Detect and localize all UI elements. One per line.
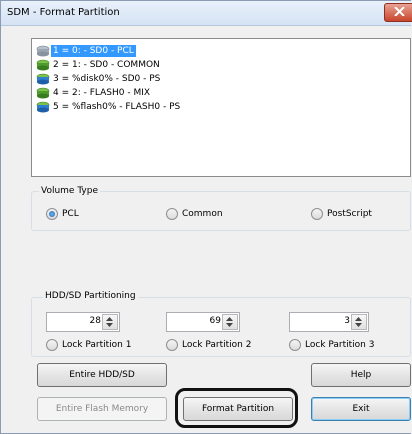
partition-1-spinner[interactable]: 28 [46,312,120,332]
partition-label: 3 = %disk0% - SD0 - PS [53,74,161,84]
radio-label: Lock Partition 2 [182,340,252,350]
chevron-down-icon [106,323,113,327]
chevron-up-icon [106,317,113,321]
radio-indicator [311,208,323,220]
window-title: SDM - Format Partition [7,7,120,18]
disk-icon [36,87,50,99]
disk-icon [36,73,50,85]
chevron-up-icon [226,317,233,321]
help-button[interactable]: Help [311,363,411,387]
partition-2-spinner[interactable]: 69 [166,312,240,332]
spinner-value: 28 [89,316,101,326]
partition-label: 2 = 1: - SD0 - COMMON [53,60,160,70]
volume-type-label: Volume Type [39,186,101,196]
close-button[interactable] [384,3,412,22]
partition-3-spinner[interactable]: 3 [289,312,369,332]
title-bar[interactable]: SDM - Format Partition [1,1,412,26]
chevron-down-icon [226,323,233,327]
radio-label: PostScript [327,209,372,219]
radio-label: PCL [62,209,79,219]
spinner-arrows[interactable] [102,314,118,330]
spinner-value: 69 [209,316,221,326]
spinner-arrows[interactable] [351,314,367,330]
radio-indicator [289,339,301,351]
radio-label: Lock Partition 1 [62,340,132,350]
partition-label: 4 = 2: - FLASH0 - MIX [53,88,151,98]
radio-label: Lock Partition 3 [305,340,375,350]
radio-indicator [46,208,58,220]
chevron-down-icon [355,323,362,327]
exit-button[interactable]: Exit [311,397,411,421]
radio-indicator [46,339,58,351]
disk-icon [36,101,50,113]
disk-icon [36,59,50,71]
partition-list[interactable]: 1 = 0: - SD0 - PCL 2 = 1: - SD0 - COMMON… [31,38,411,177]
partition-label: 1 = 0: - SD0 - PCL [51,45,136,57]
close-icon [394,7,405,16]
radio-label: Common [182,209,223,219]
radio-indicator [166,339,178,351]
partition-label: 5 = %flash0% - FLASH0 - PS [53,102,181,112]
disk-icon [36,45,50,57]
format-partition-dialog: SDM - Format Partition 1 = 0: - SD0 - PC… [0,0,412,434]
radio-indicator [166,208,178,220]
spinner-arrows[interactable] [222,314,238,330]
spinner-value: 3 [344,316,350,326]
chevron-up-icon [355,317,362,321]
entire-flash-memory-button[interactable]: Entire Flash Memory [37,397,167,421]
entire-hdd-button[interactable]: Entire HDD/SD [37,363,167,387]
highlight-ring [175,388,298,428]
partitioning-label: HDD/SD Partitioning [43,291,138,301]
